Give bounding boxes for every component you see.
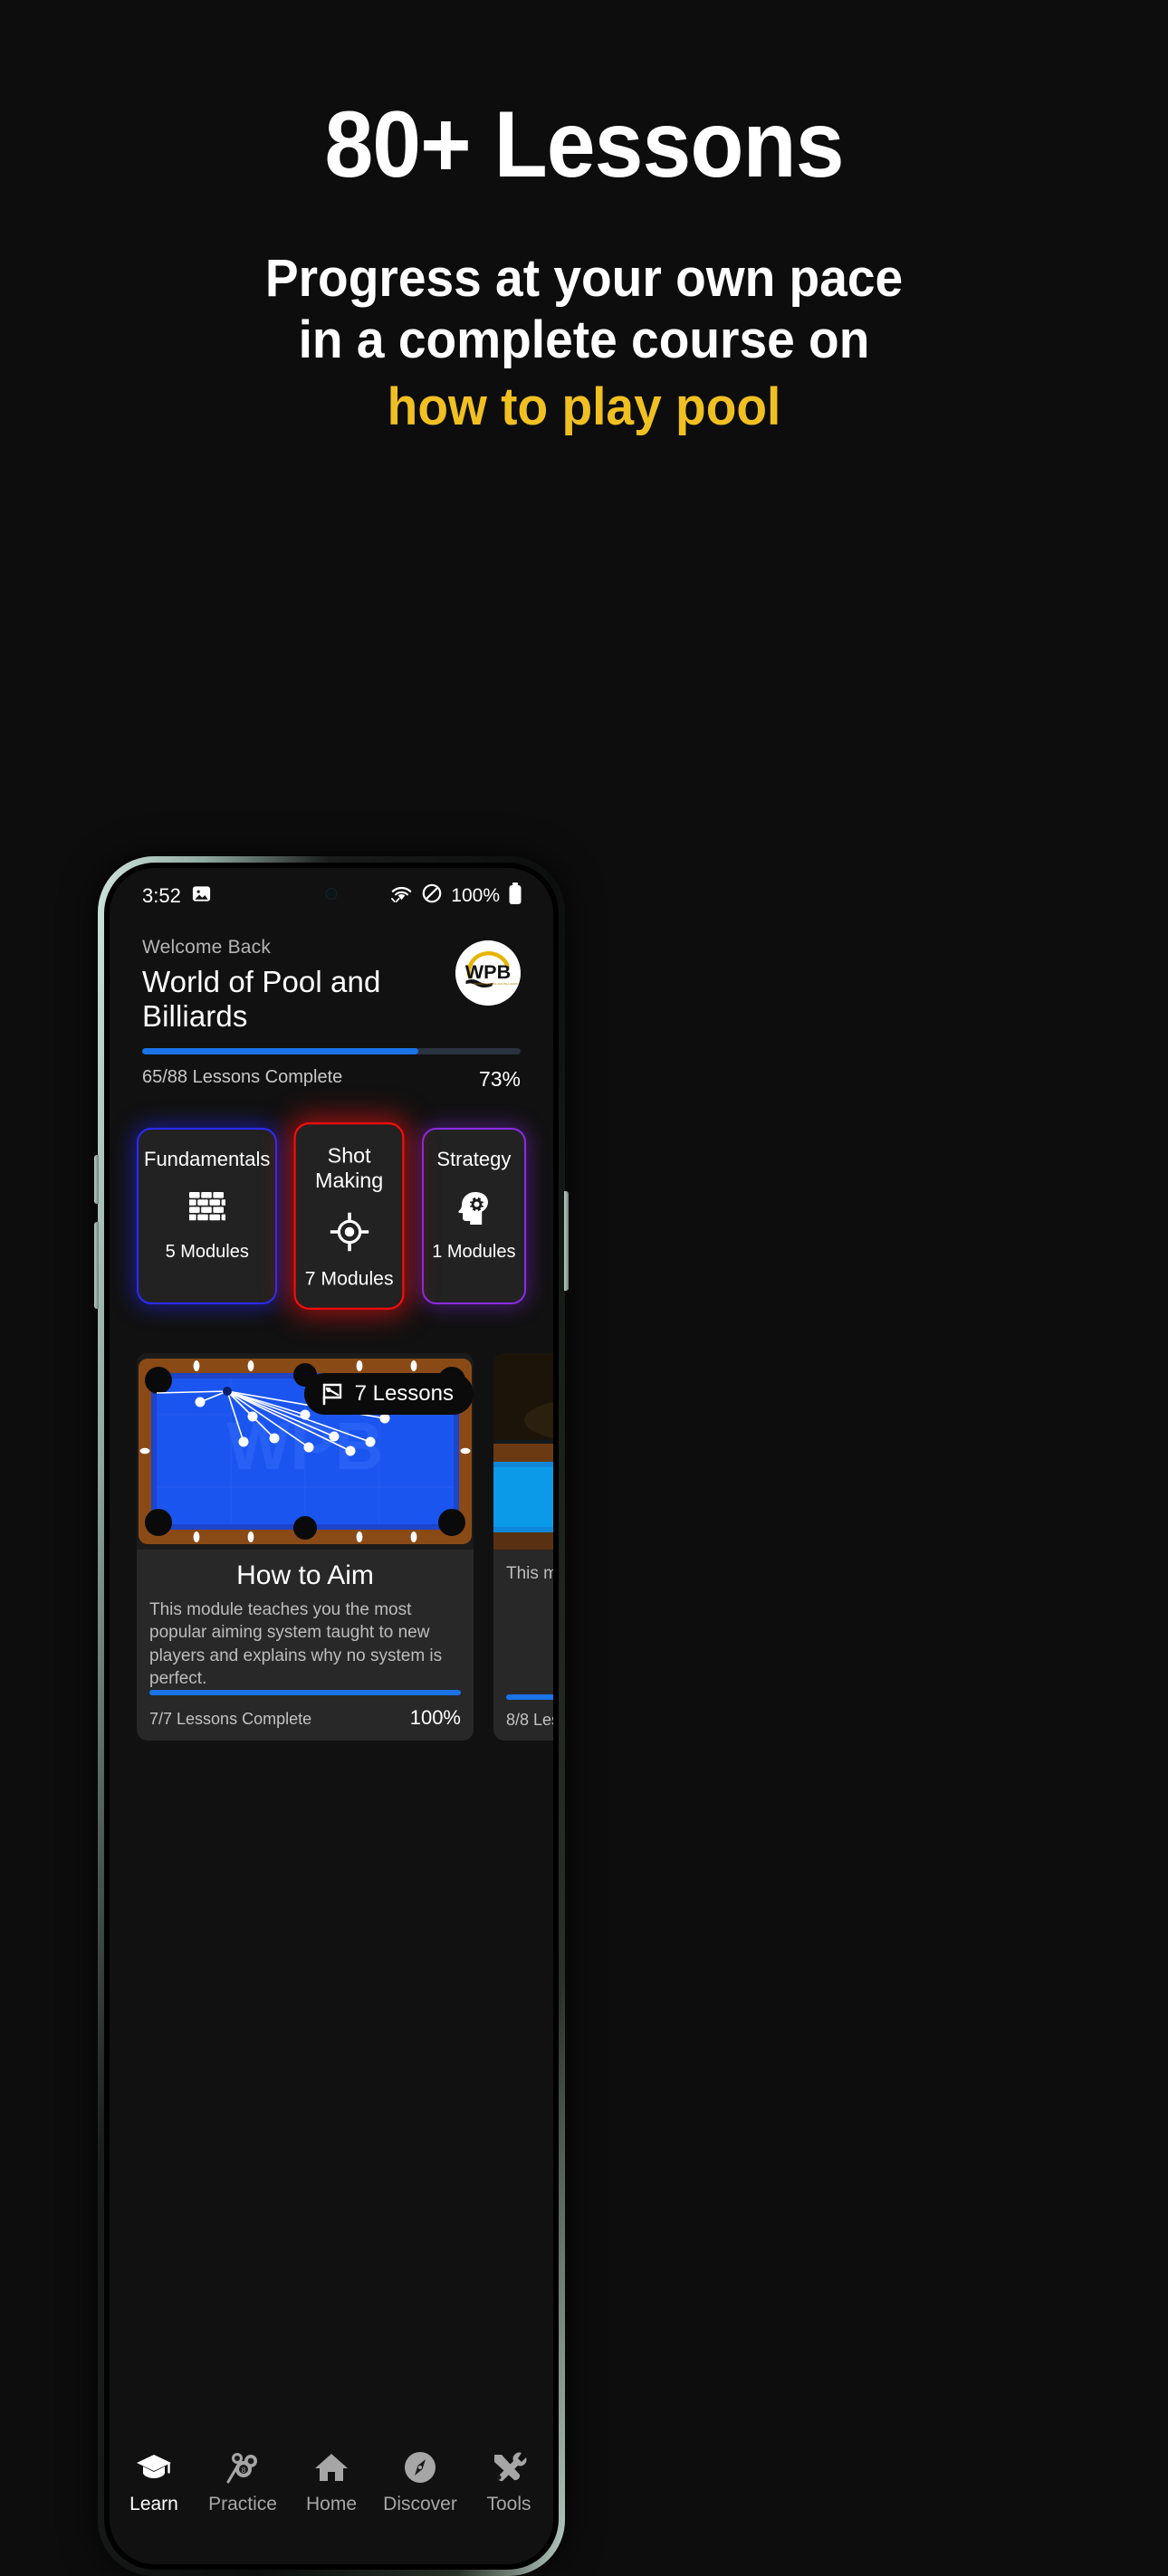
- category-name: Strategy: [436, 1148, 512, 1170]
- promo-subtitle-line1: Progress at your own pace: [264, 249, 904, 308]
- phone-power-button[interactable]: [564, 1191, 569, 1291]
- module-lessons-complete-label-peek: 8/8 Less: [506, 1711, 553, 1730]
- category-card-fundamentals[interactable]: Fundamentals 5 Modules: [137, 1128, 278, 1304]
- app-title: World of Pool and Billiards: [142, 965, 381, 1033]
- phone-volume-down-button[interactable]: [94, 1222, 99, 1309]
- overall-progress: 65/88 Lessons Complete 73%: [110, 1048, 553, 1092]
- module-progress-fill-peek: [506, 1694, 553, 1701]
- lesson-flag-icon: [321, 1382, 344, 1406]
- module-carousel[interactable]: WPB: [110, 1304, 553, 1741]
- module-lessons-badge: 7 Lessons: [303, 1373, 474, 1415]
- pool-balls-cue-icon: 8: [198, 2448, 287, 2486]
- front-camera: [325, 888, 338, 900]
- module-progress-fill: [149, 1690, 461, 1696]
- overall-percent-label: 73%: [478, 1067, 521, 1091]
- tab-home[interactable]: Home: [287, 2448, 376, 2515]
- compass-icon: [376, 2448, 464, 2486]
- tab-tools[interactable]: Tools: [464, 2448, 553, 2515]
- graduation-cap-icon: [110, 2448, 198, 2486]
- category-card-row: Fundamentals 5 Modules Shot Making 7 Mod…: [110, 1092, 553, 1310]
- home-icon: [287, 2448, 376, 2486]
- welcome-label: Welcome Back: [142, 937, 272, 958]
- phone-screen: 3:52 100% Welcome Back World of Pool and…: [110, 868, 553, 2564]
- battery-percent-label: 100%: [451, 885, 500, 906]
- promo-subtitle-highlight: how to play pool: [387, 377, 781, 436]
- category-name: Shot Making: [315, 1143, 384, 1193]
- svg-text:8: 8: [242, 2466, 246, 2475]
- phone-volume-up-button[interactable]: [94, 1155, 99, 1204]
- image-icon: [191, 883, 212, 910]
- promo-title: 80+ Lessons: [324, 92, 844, 197]
- category-modules: 5 Modules: [165, 1242, 249, 1262]
- head-gear-psychology-icon: [429, 1189, 519, 1226]
- module-card-next-peek[interactable]: This mo control 8/8 Less: [493, 1353, 553, 1741]
- tab-practice[interactable]: 8 Practice: [198, 2448, 287, 2515]
- phone-mockup: 3:52 100% Welcome Back World of Pool and…: [94, 856, 569, 2576]
- tab-label: Home: [305, 2494, 358, 2514]
- module-progress-track-peek: [506, 1694, 553, 1701]
- module-card-how-to-aim[interactable]: WPB: [137, 1353, 474, 1741]
- do-not-disturb-icon: [421, 883, 443, 910]
- module-description-peek: This mo control: [506, 1564, 553, 1583]
- overall-progress-fill: [142, 1048, 419, 1054]
- category-name: Fundamentals: [144, 1148, 271, 1170]
- module-percent-label: 100%: [409, 1706, 461, 1730]
- promo-header: 80+ Lessons Progress at your own pace in…: [0, 0, 1168, 438]
- app-header: Welcome Back World of Pool and Billiards…: [110, 924, 553, 1034]
- wifi-icon: [390, 883, 413, 909]
- tab-label: Tools: [486, 2494, 531, 2514]
- phone-bezel: 3:52 100% Welcome Back World of Pool and…: [104, 863, 559, 2570]
- category-modules: 7 Modules: [305, 1268, 394, 1290]
- module-title: How to Aim: [236, 1560, 374, 1590]
- bottom-navigation: Learn 8 Practice Home Discover Tools: [110, 2428, 553, 2564]
- module-progress-track: [149, 1690, 461, 1696]
- svg-text:WORLD OF POOL AND BILLIARDS: WORLD OF POOL AND BILLIARDS: [474, 982, 518, 986]
- status-bar: 3:52 100%: [110, 868, 553, 924]
- promo-subtitle-line2: in a complete course on: [298, 310, 870, 369]
- category-card-shot-making[interactable]: Shot Making 7 Modules: [293, 1122, 406, 1310]
- overall-lessons-label: 65/88 Lessons Complete: [142, 1067, 343, 1087]
- category-modules: 1 Modules: [432, 1242, 516, 1262]
- status-bar-time: 3:52: [142, 884, 181, 907]
- crosshair-target-icon: [302, 1212, 397, 1252]
- promo-subtitle: Progress at your own pace in a complete …: [29, 248, 1139, 438]
- overall-progress-track: [142, 1048, 521, 1054]
- module-thumbnail-next: [493, 1353, 553, 1550]
- module-description: This module teaches you the most popular…: [149, 1600, 443, 1688]
- module-lessons-complete-label: 7/7 Lessons Complete: [149, 1710, 312, 1729]
- category-card-strategy[interactable]: Strategy 1 Modules: [421, 1128, 527, 1304]
- tab-learn[interactable]: Learn: [110, 2448, 198, 2515]
- wpb-logo[interactable]: WPB WORLD OF POOL AND BILLIARDS: [455, 940, 521, 1006]
- tab-label: Learn: [129, 2494, 178, 2514]
- module-thumbnail-pool-table: WPB: [137, 1353, 474, 1550]
- tab-label: Practice: [208, 2494, 277, 2514]
- wrench-screwdriver-icon: [464, 2448, 553, 2486]
- brick-wall-icon: [144, 1189, 270, 1226]
- tab-label: Discover: [383, 2494, 457, 2514]
- battery-full-icon: [508, 882, 522, 911]
- phone-frame: 3:52 100% Welcome Back World of Pool and…: [94, 856, 569, 2576]
- tab-discover[interactable]: Discover: [376, 2448, 464, 2515]
- module-lessons-badge-label: 7 Lessons: [354, 1381, 454, 1406]
